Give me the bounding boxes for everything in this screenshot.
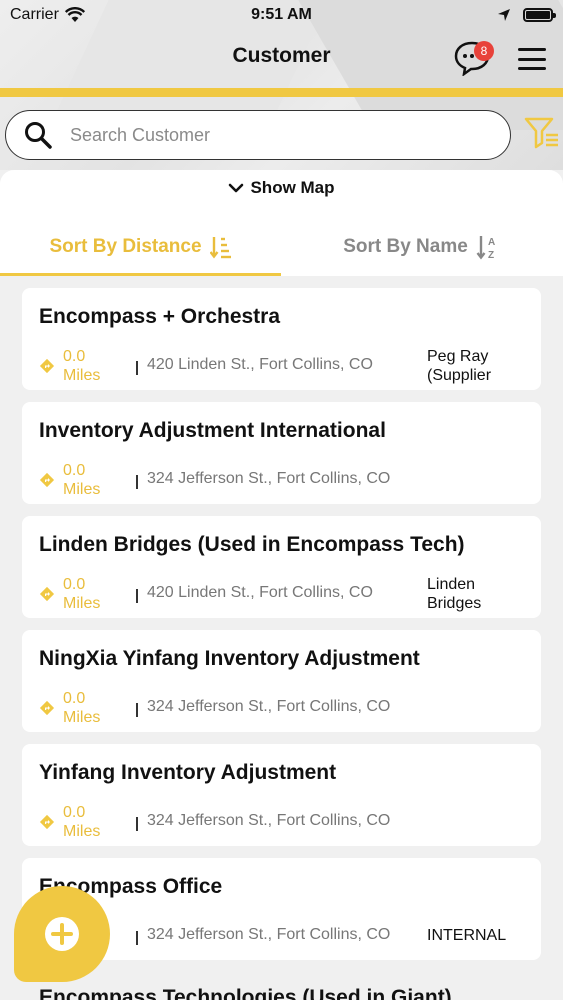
distance-unit: Miles <box>63 709 101 726</box>
show-map-label: Show Map <box>250 178 335 197</box>
status-bar: Carrier 9:51 AM <box>0 0 563 30</box>
customer-address: 324 Jefferson St., Fort Collins, CO <box>147 470 391 487</box>
distance-value: 0.0 <box>63 690 86 707</box>
customer-card[interactable]: Linden Bridges (Used in Encompass Tech) 0… <box>22 516 541 618</box>
distance-value: 0.0 <box>63 462 86 479</box>
header-accent-line <box>0 88 563 97</box>
distance-unit: Miles <box>63 367 101 384</box>
customer-contact: Peg Ray (Supplier <box>427 347 537 385</box>
search-input[interactable] <box>70 124 470 146</box>
contact-line-1: INTERNAL <box>427 927 507 944</box>
customer-contact: Linden Bridges <box>427 575 537 613</box>
search-icon <box>25 122 52 149</box>
chat-badge: 8 <box>474 41 494 61</box>
direction-sign-icon <box>39 814 55 830</box>
customer-name: Encompass + Orchestra <box>39 305 281 328</box>
svg-text:A: A <box>488 237 495 248</box>
card-divider <box>136 475 138 489</box>
direction-sign-icon <box>39 586 55 602</box>
customer-contact: INTERNAL <box>427 926 537 945</box>
hamburger-menu-icon[interactable] <box>518 48 546 70</box>
customer-address: 324 Jefferson St., Fort Collins, CO <box>147 926 391 943</box>
tab-sort-by-name-label: Sort By Name <box>343 236 468 257</box>
customer-distance: 0.0 Miles <box>63 689 100 727</box>
customer-distance: 0.0 Miles <box>63 803 100 841</box>
customer-distance: 0.0 Miles <box>63 347 100 385</box>
card-divider <box>136 361 138 375</box>
customer-name-partial: Encompass Technologies (Used in Giant) <box>39 986 452 1000</box>
carrier-label: Carrier <box>10 6 59 23</box>
battery-icon <box>523 8 556 22</box>
customer-distance: 0.0 Miles <box>63 575 100 613</box>
customer-card[interactable]: Encompass + Orchestra 0.0 Miles 420 Linden … <box>22 288 541 390</box>
wifi-icon <box>64 7 85 22</box>
filter-icon[interactable] <box>524 115 560 151</box>
direction-sign-icon <box>39 700 55 716</box>
customer-address: 324 Jefferson St., Fort Collins, CO <box>147 812 391 829</box>
distance-unit: Miles <box>63 481 101 498</box>
customer-card[interactable]: Inventory Adjustment International 0.0 Mil… <box>22 402 541 504</box>
customer-name: Yinfang Inventory Adjustment <box>39 761 337 784</box>
tab-sort-by-distance[interactable]: Sort By Distance <box>0 218 281 276</box>
direction-sign-icon <box>39 358 55 374</box>
customer-list: Encompass + Orchestra 0.0 Miles 420 Linden … <box>22 288 541 972</box>
sort-tabs: Sort By Distance Sort By Name A Z <box>0 218 563 276</box>
distance-unit: Miles <box>63 823 101 840</box>
add-customer-button[interactable] <box>14 886 110 982</box>
customer-card[interactable]: NingXia Yinfang Inventory Adjustment 0.0 M… <box>22 630 541 732</box>
distance-value: 0.0 <box>63 804 86 821</box>
direction-sign-icon <box>39 472 55 488</box>
distance-value: 0.0 <box>63 348 86 365</box>
customer-card[interactable]: Yinfang Inventory Adjustment 0.0 Miles 324 … <box>22 744 541 846</box>
sort-panel: Show Map Sort By Distance Sort By Name A… <box>0 170 563 276</box>
tab-sort-by-distance-label: Sort By Distance <box>49 236 202 257</box>
contact-line-2: (Supplier <box>427 367 492 384</box>
card-divider <box>136 817 138 831</box>
customer-name: NingXia Yinfang Inventory Adjustment <box>39 647 420 670</box>
search-bar <box>5 110 511 160</box>
sort-distance-icon <box>209 237 231 259</box>
location-arrow-icon <box>498 9 510 21</box>
customer-name: Linden Bridges (Used in Encompass Tech) <box>39 533 465 556</box>
contact-line-2: Bridges <box>427 595 482 612</box>
plus-circle-icon <box>45 917 79 951</box>
distance-value: 0.0 <box>63 576 86 593</box>
chevron-down-icon <box>229 183 244 193</box>
sort-alphabetical-icon: A Z <box>476 236 495 260</box>
customer-address: 324 Jefferson St., Fort Collins, CO <box>147 698 391 715</box>
customer-name: Inventory Adjustment International <box>39 419 386 442</box>
card-divider <box>136 703 138 717</box>
contact-line-1: Linden <box>427 576 476 593</box>
contact-line-1: Peg Ray <box>427 348 489 365</box>
svg-text:Z: Z <box>488 250 494 260</box>
card-divider <box>136 589 138 603</box>
customer-address: 420 Linden St., Fort Collins, CO <box>147 584 373 601</box>
distance-unit: Miles <box>63 595 101 612</box>
customer-distance: 0.0 Miles <box>63 461 100 499</box>
show-map-toggle[interactable]: Show Map <box>0 178 563 198</box>
card-divider <box>136 931 138 945</box>
tab-sort-by-name[interactable]: Sort By Name A Z <box>281 218 562 276</box>
customer-address: 420 Linden St., Fort Collins, CO <box>147 356 373 373</box>
